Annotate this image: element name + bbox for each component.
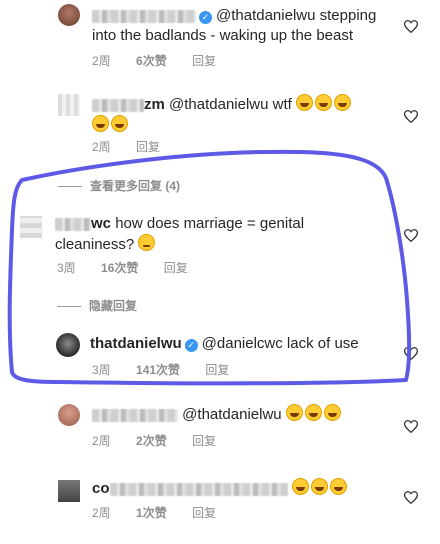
comment-age: 2周 bbox=[92, 54, 111, 68]
joy-emoji bbox=[285, 404, 303, 421]
joy-emoji bbox=[310, 478, 328, 495]
comment-meta: 2周 2次赞 回复 bbox=[92, 432, 238, 449]
likes-count[interactable]: 16次赞 bbox=[101, 261, 138, 275]
comment-text: thatdanielwu ✓ @danielcwc lack of use bbox=[90, 335, 359, 352]
comment-text: wc how does marriage = genital cleanines… bbox=[55, 215, 305, 253]
blurred-username bbox=[92, 9, 196, 23]
likes-count[interactable]: 6次赞 bbox=[136, 54, 167, 68]
blurred-username bbox=[109, 482, 288, 496]
comment-age: 3周 bbox=[92, 363, 111, 377]
avatar[interactable] bbox=[58, 94, 80, 116]
comment-age: 3周 bbox=[57, 261, 76, 275]
avatar[interactable] bbox=[58, 404, 80, 426]
hide-replies[interactable]: 隐藏回复 bbox=[57, 297, 137, 314]
view-more-replies[interactable]: 查看更多回复 (4) bbox=[58, 177, 180, 194]
comment-meta: 2周 1次赞 回复 bbox=[92, 504, 238, 521]
rofl-emoji bbox=[314, 94, 332, 111]
joy-emoji bbox=[323, 404, 341, 421]
comment-text: zm @thatdanielwu wtf bbox=[92, 94, 382, 136]
smirk-emoji bbox=[138, 234, 156, 251]
reply-button[interactable]: 回复 bbox=[164, 261, 188, 275]
verified-icon: ✓ bbox=[184, 339, 198, 352]
comment-meta: 3周 16次赞 回复 bbox=[57, 259, 210, 276]
heart-icon[interactable] bbox=[404, 347, 418, 360]
blurred-username bbox=[92, 408, 178, 422]
avatar[interactable] bbox=[58, 480, 80, 502]
heart-icon[interactable] bbox=[404, 20, 418, 33]
rofl-emoji bbox=[333, 94, 351, 111]
comment-meta: 2周 6次赞 回复 bbox=[92, 52, 238, 69]
avatar[interactable] bbox=[20, 216, 42, 238]
reply-button[interactable]: 回复 bbox=[136, 140, 160, 154]
likes-count[interactable]: 1次赞 bbox=[136, 506, 167, 520]
joy-emoji bbox=[304, 404, 322, 421]
blurred-username bbox=[92, 98, 144, 112]
heart-icon[interactable] bbox=[404, 491, 418, 504]
heart-icon[interactable] bbox=[404, 420, 418, 433]
rofl-emoji bbox=[92, 115, 109, 132]
comment-text: co bbox=[92, 478, 392, 499]
comment-text: @thatdanielwu bbox=[92, 404, 392, 425]
comment-age: 2周 bbox=[92, 506, 111, 520]
reply-button[interactable]: 回复 bbox=[192, 506, 216, 520]
likes-count[interactable]: 2次赞 bbox=[136, 434, 167, 448]
heart-icon[interactable] bbox=[404, 110, 418, 123]
comment-age: 2周 bbox=[92, 434, 111, 448]
reply-button[interactable]: 回复 bbox=[205, 363, 229, 377]
joy-emoji bbox=[329, 478, 347, 495]
comment-text: ✓ @thatdanielwu stepping into the badland… bbox=[92, 7, 377, 44]
username[interactable]: thatdanielwu bbox=[90, 335, 182, 352]
comment-meta: 2周 回复 bbox=[92, 138, 182, 155]
joy-emoji bbox=[291, 478, 309, 495]
reply-button[interactable]: 回复 bbox=[192, 54, 216, 68]
reply-button[interactable]: 回复 bbox=[192, 434, 216, 448]
comment-age: 2周 bbox=[92, 140, 111, 154]
likes-count[interactable]: 141次赞 bbox=[136, 363, 180, 377]
rofl-emoji bbox=[295, 94, 313, 111]
blurred-username bbox=[55, 217, 91, 231]
rofl-emoji bbox=[111, 115, 128, 132]
avatar[interactable] bbox=[56, 333, 80, 357]
verified-icon: ✓ bbox=[199, 11, 212, 24]
heart-icon[interactable] bbox=[404, 229, 418, 242]
avatar[interactable] bbox=[58, 4, 80, 26]
comment-meta: 3周 141次赞 回复 bbox=[92, 361, 251, 378]
